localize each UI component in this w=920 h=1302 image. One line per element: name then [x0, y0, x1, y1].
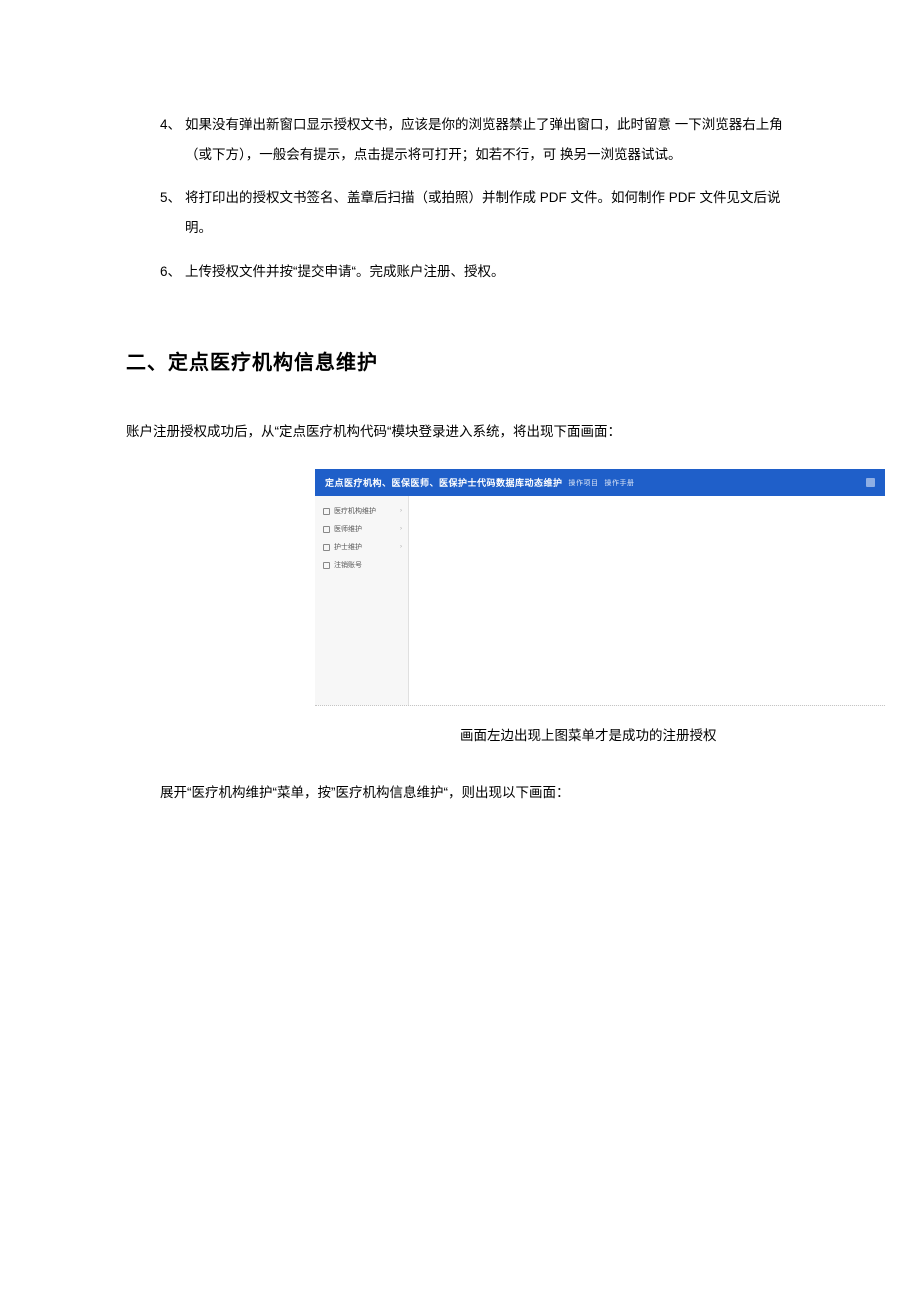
sidebar-label: 护士维护 — [334, 542, 362, 552]
app-header: 定点医疗机构、医保医师、医保护士代码数据库动态维护 操作项目 操作手册 — [315, 469, 885, 496]
list-item-6: 6、 上传授权文件并按“提交申请“。完成账户注册、授权。 — [160, 257, 790, 287]
list-icon — [323, 526, 330, 533]
sidebar-label: 医疗机构维护 — [334, 506, 376, 516]
list-item-5: 5、 将打印出的授权文书签名、盖章后扫描（或拍照）并制作成 PDF 文件。如何制… — [160, 183, 790, 242]
list-number: 4、 — [160, 110, 181, 169]
user-icon — [866, 478, 875, 487]
list-text: 如果没有弹出新窗口显示授权文书，应该是你的浏览器禁止了弹出窗口，此时留意 一下浏… — [185, 110, 790, 169]
sidebar-item-nurse[interactable]: 护士维护 › — [315, 538, 408, 556]
list-icon — [323, 544, 330, 551]
list-number: 5、 — [160, 183, 181, 242]
list-icon — [323, 508, 330, 515]
sidebar-label: 注销账号 — [334, 560, 362, 570]
app-header-link-1: 操作项目 — [569, 478, 599, 488]
embedded-screenshot: 定点医疗机构、医保医师、医保护士代码数据库动态维护 操作项目 操作手册 医疗机构… — [315, 469, 885, 706]
content-area — [409, 496, 885, 705]
list-text: 上传授权文件并按“提交申请“。完成账户注册、授权。 — [185, 257, 790, 287]
ordered-list: 4、 如果没有弹出新窗口显示授权文书，应该是你的浏览器禁止了弹出窗口，此时留意 … — [160, 110, 790, 286]
chevron-right-icon: › — [400, 526, 402, 532]
sidebar-item-doctor[interactable]: 医师维护 › — [315, 520, 408, 538]
list-text: 将打印出的授权文书签名、盖章后扫描（或拍照）并制作成 PDF 文件。如何制作 P… — [185, 183, 790, 242]
chevron-right-icon: › — [400, 544, 402, 550]
app-title: 定点医疗机构、医保医师、医保护士代码数据库动态维护 — [325, 476, 563, 489]
paragraph-expand: 展开“医疗机构维护“菜单，按”医疗机构信息维护“，则出现以下画面： — [160, 778, 790, 808]
chevron-right-icon: › — [400, 508, 402, 514]
sidebar-item-institution[interactable]: 医疗机构维护 › — [315, 502, 408, 520]
list-number: 6、 — [160, 257, 181, 287]
app-body: 医疗机构维护 › 医师维护 › 护士维护 › — [315, 496, 885, 706]
section-heading-2: 二、定点医疗机构信息维护 — [126, 346, 790, 375]
sidebar: 医疗机构维护 › 医师维护 › 护士维护 › — [315, 496, 409, 705]
sidebar-label: 医师维护 — [334, 524, 362, 534]
paragraph-intro: 账户注册授权成功后，从“定点医疗机构代码“模块登录进入系统，将出现下面画面： — [126, 417, 790, 447]
app-header-link-2: 操作手册 — [605, 478, 635, 488]
list-item-4: 4、 如果没有弹出新窗口显示授权文书，应该是你的浏览器禁止了弹出窗口，此时留意 … — [160, 110, 790, 169]
sidebar-item-cancel-account[interactable]: 注销账号 — [315, 556, 408, 574]
screenshot-caption: 画面左边出现上图菜单才是成功的注册授权 — [460, 724, 790, 744]
list-icon — [323, 562, 330, 569]
